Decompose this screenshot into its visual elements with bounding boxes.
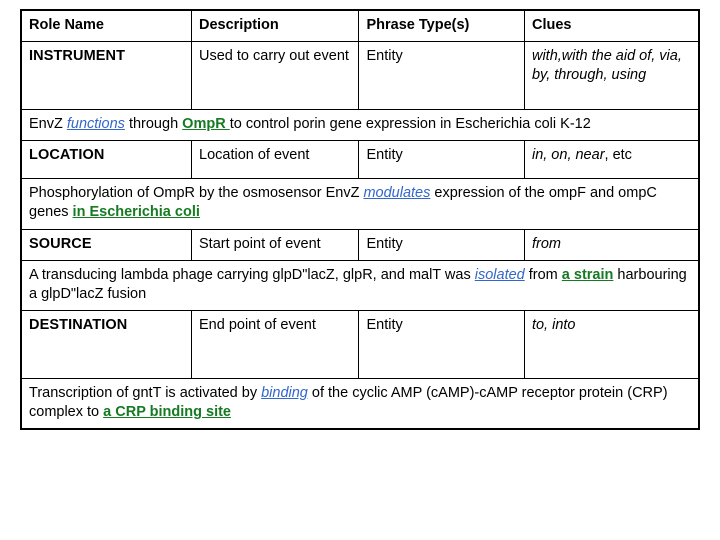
clues-italic-text: from — [531, 235, 561, 252]
table-row: LOCATION Location of event Entity in, on… — [20, 140, 700, 180]
argument-phrase: in Escherichia coli — [72, 204, 200, 221]
table-row: INSTRUMENT Used to carry out event Entit… — [20, 41, 700, 111]
argument-phrase: a strain — [561, 266, 614, 283]
role-clues-cell: in, on, near, etc — [523, 140, 700, 180]
column-header-role-name: Role Name — [20, 9, 192, 43]
sentence-segment: A transducing lambda phage carrying glpD… — [29, 266, 475, 283]
example-sentence-row: A transducing lambda phage carrying glpD… — [20, 259, 700, 311]
example-sentence-cell: Transcription of gntT is activated by bi… — [20, 377, 700, 430]
sentence-segment: Phosphorylation of OmpR by the osmosenso… — [29, 185, 364, 202]
role-description-cell: Location of event — [190, 140, 360, 180]
sentence-segment: through — [124, 116, 183, 133]
sentence-segment: Transcription of gntT is activated by — [29, 384, 262, 401]
slide-canvas: Role Name Description Phrase Type(s) Clu… — [0, 0, 720, 540]
role-phrase-type-cell: Entity — [358, 228, 525, 261]
table-header-row: Role Name Description Phrase Type(s) Clu… — [20, 9, 700, 43]
example-sentence-row: Transcription of gntT is activated by bi… — [20, 377, 700, 430]
role-description-cell: Used to carry out event — [190, 41, 360, 111]
role-description-cell: End point of event — [190, 309, 360, 379]
trigger-word: binding — [261, 384, 308, 401]
role-description-cell: Start point of event — [190, 228, 360, 261]
column-header-clues: Clues — [523, 9, 700, 43]
role-phrase-type-cell: Entity — [358, 309, 525, 379]
clues-italic-text: with,with the aid of, via, by, through, … — [531, 48, 682, 84]
table-row: SOURCE Start point of event Entity from — [20, 228, 700, 261]
role-name-cell: SOURCE — [20, 228, 192, 261]
argument-phrase: a CRP binding site — [103, 404, 231, 420]
role-name-cell: INSTRUMENT — [20, 41, 192, 111]
sentence-segment: EnvZ — [29, 116, 67, 133]
trigger-word: isolated — [474, 266, 525, 283]
role-name-cell: LOCATION — [20, 140, 192, 180]
example-sentence-row: Phosphorylation of OmpR by the osmosenso… — [20, 178, 700, 230]
trigger-word: functions — [66, 116, 125, 133]
column-header-description: Description — [190, 9, 360, 43]
role-name-cell: DESTINATION — [20, 309, 192, 379]
example-sentence-row: EnvZ functions through OmpR to control p… — [20, 109, 700, 142]
semantic-roles-table: Role Name Description Phrase Type(s) Clu… — [20, 9, 700, 431]
example-sentence-cell: EnvZ functions through OmpR to control p… — [20, 109, 700, 142]
example-sentence-cell: A transducing lambda phage carrying glpD… — [20, 259, 700, 311]
trigger-word: modulates — [363, 185, 431, 202]
role-clues-cell: from — [523, 228, 700, 261]
table-row: DESTINATION End point of event Entity to… — [20, 309, 700, 379]
sentence-segment: to control porin gene expression in Esch… — [229, 116, 591, 133]
argument-phrase: OmpR — [182, 116, 230, 133]
clues-italic-text: to, into — [531, 316, 576, 333]
role-clues-cell: with,with the aid of, via, by, through, … — [523, 41, 700, 111]
column-header-phrase-type: Phrase Type(s) — [358, 9, 525, 43]
role-clues-cell: to, into — [523, 309, 700, 379]
sentence-segment: from — [524, 266, 562, 283]
example-sentence-cell: Phosphorylation of OmpR by the osmosenso… — [20, 178, 700, 230]
clues-plain-text: , etc — [604, 147, 632, 164]
role-phrase-type-cell: Entity — [358, 140, 525, 180]
clues-italic-text: in, on, near — [531, 147, 605, 164]
role-phrase-type-cell: Entity — [358, 41, 525, 111]
